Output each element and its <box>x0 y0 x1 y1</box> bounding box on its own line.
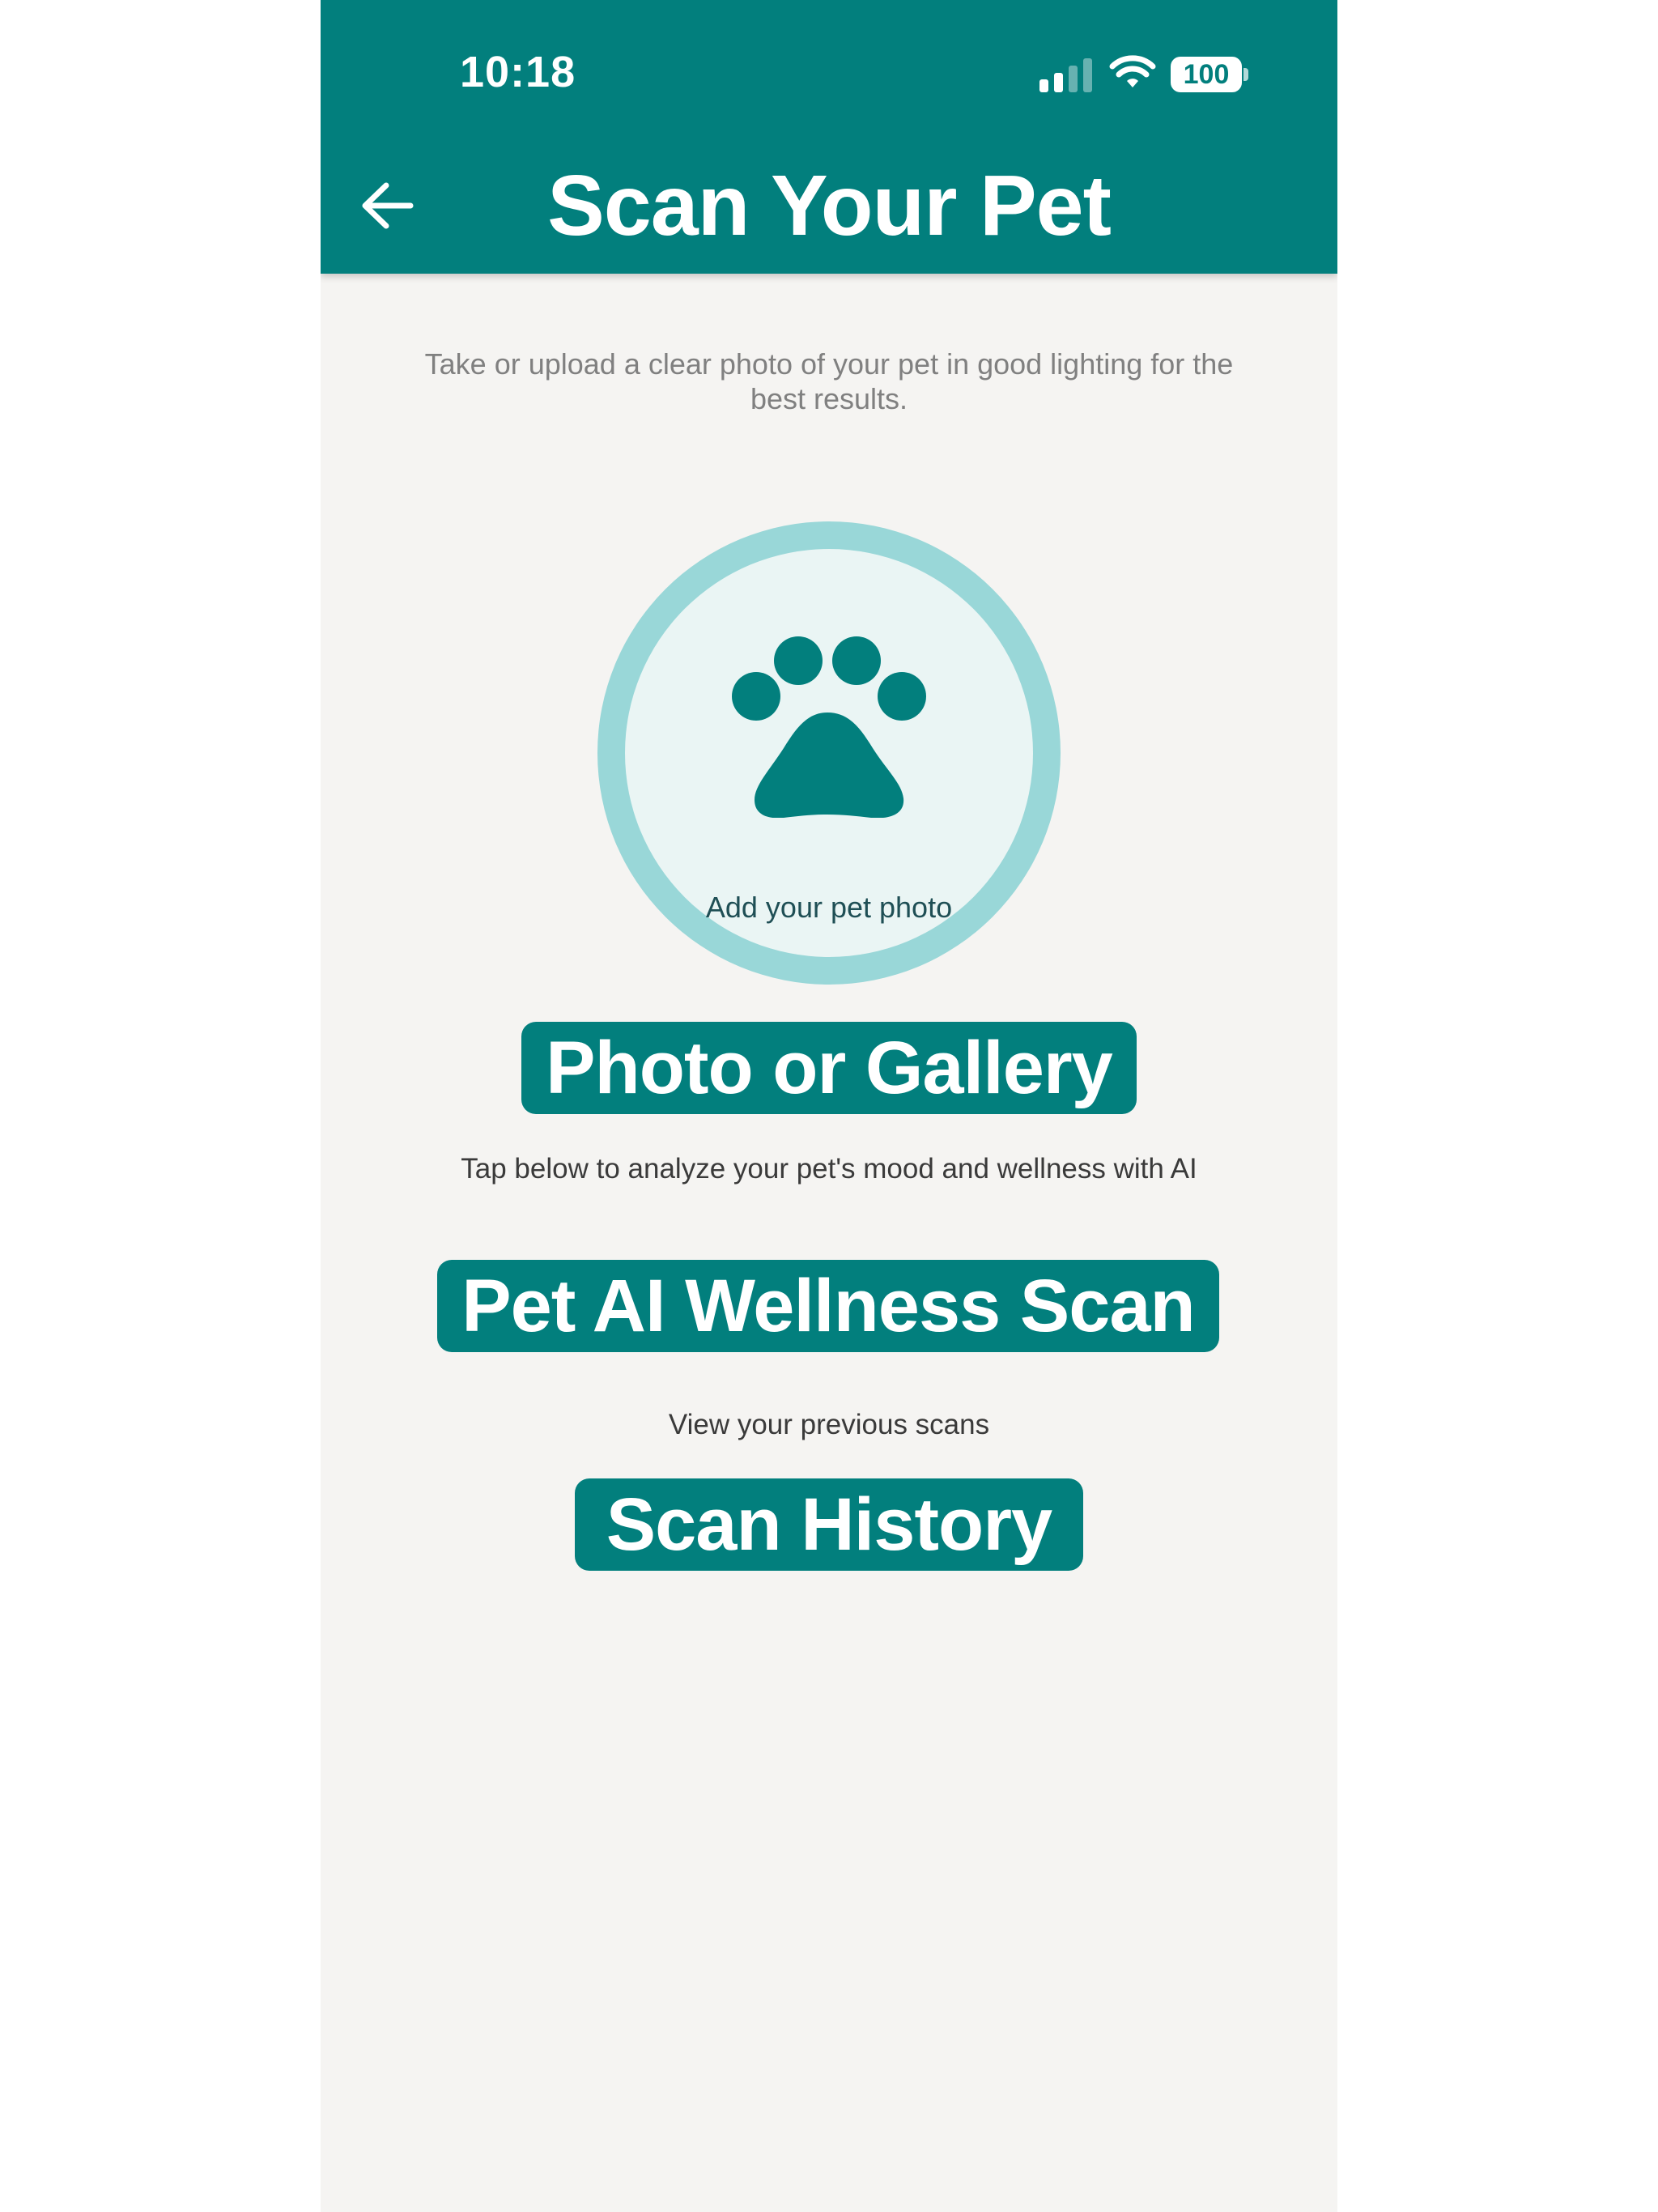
app-screen: 10:18 100 Scan Your Pet Take or upload a… <box>321 0 1337 2212</box>
top-bar: 10:18 100 Scan Your Pet <box>321 0 1337 274</box>
add-photo-area[interactable]: Add your pet photo <box>597 521 1061 985</box>
paw-icon <box>732 636 926 818</box>
cellular-signal-icon <box>1039 58 1092 92</box>
photo-or-gallery-button[interactable]: Photo or Gallery <box>521 1022 1137 1114</box>
instructions-text: Take or upload a clear photo of your pet… <box>424 347 1234 415</box>
battery-cap <box>1244 68 1248 81</box>
scan-history-button[interactable]: Scan History <box>575 1478 1083 1571</box>
photo-placeholder-label: Add your pet photo <box>705 891 953 924</box>
status-time: 10:18 <box>460 48 576 96</box>
wifi-icon <box>1109 55 1156 87</box>
battery-level: 100 <box>1183 58 1230 90</box>
photo-placeholder: Add your pet photo <box>625 549 1033 957</box>
page-title: Scan Your Pet <box>547 158 1112 253</box>
analyze-hint: Tap below to analyze your pet's mood and… <box>461 1153 1197 1185</box>
wellness-scan-button[interactable]: Pet AI Wellness Scan <box>437 1260 1219 1352</box>
battery-icon: 100 <box>1171 57 1242 92</box>
history-hint: View your previous scans <box>668 1409 990 1440</box>
